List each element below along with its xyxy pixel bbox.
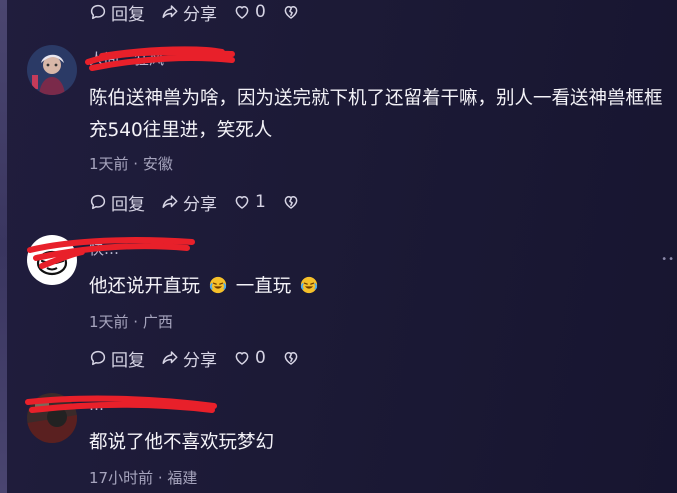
reply-button[interactable]: 回复	[89, 190, 145, 215]
username[interactable]: 快…	[89, 238, 119, 259]
share-icon	[162, 351, 178, 364]
share-icon	[162, 5, 178, 18]
like-count: 0	[255, 2, 266, 22]
reply-button[interactable]: 回复	[89, 346, 145, 371]
avatar[interactable]	[27, 235, 77, 285]
share-label: 分享	[183, 4, 217, 25]
broken-heart-icon	[284, 6, 298, 19]
comment-meta: 1天前 · 广西	[89, 313, 173, 331]
share-button[interactable]: 分享	[161, 0, 217, 25]
comment-icon	[90, 4, 106, 20]
laughing-emoji-icon	[209, 276, 227, 294]
share-button[interactable]: 分享	[161, 346, 217, 371]
action-bar-top: 回复 分享 0	[89, 0, 316, 25]
heart-icon	[235, 6, 249, 19]
reply-label: 回复	[111, 194, 145, 215]
broken-heart-icon	[284, 196, 298, 209]
share-icon	[162, 195, 178, 208]
reply-button[interactable]: 回复	[89, 0, 145, 25]
like-count: 1	[255, 192, 266, 212]
more-dots-icon[interactable]: ••	[661, 254, 675, 265]
comment-icon	[90, 194, 106, 210]
comment-meta: 1天前 · 安徽	[89, 155, 173, 173]
laughing-emoji-icon	[301, 276, 318, 294]
comment-text: 他还说开直玩 一直玩	[89, 271, 674, 303]
like-button[interactable]: 0	[233, 2, 266, 22]
like-button[interactable]: 0	[233, 348, 266, 368]
like-count: 0	[255, 348, 266, 368]
share-label: 分享	[183, 350, 217, 371]
comment-meta: 17小时前 · 福建	[89, 469, 198, 487]
username[interactable]: 人间…狂风	[89, 48, 164, 69]
action-bar: 回复 分享 0	[89, 346, 316, 371]
share-label: 分享	[183, 194, 217, 215]
comment-text: 陈伯送神兽为啥，因为送完就下机了还留着干嘛，别人一看送神兽框框充540往里进，笑…	[89, 88, 663, 141]
comment-icon	[90, 350, 106, 366]
broken-heart-icon	[284, 352, 298, 365]
action-bar: 回复 分享 1	[89, 190, 316, 215]
share-button[interactable]: 分享	[161, 190, 217, 215]
comment-text: 都说了他不喜欢玩梦幻	[89, 432, 275, 453]
avatar[interactable]	[27, 393, 77, 443]
reply-label: 回复	[111, 4, 145, 25]
dislike-button[interactable]	[282, 349, 300, 367]
comment-text-part-2: 一直玩	[235, 276, 292, 297]
dislike-button[interactable]	[282, 3, 300, 21]
left-panel-edge	[0, 0, 7, 493]
avatar[interactable]	[27, 45, 77, 95]
username[interactable]: …	[89, 396, 104, 414]
reply-label: 回复	[111, 350, 145, 371]
heart-icon	[235, 352, 249, 365]
heart-icon	[235, 196, 249, 209]
comment-text-part-1: 他还说开直玩	[89, 276, 201, 297]
like-button[interactable]: 1	[233, 192, 266, 212]
dislike-button[interactable]	[282, 193, 300, 211]
